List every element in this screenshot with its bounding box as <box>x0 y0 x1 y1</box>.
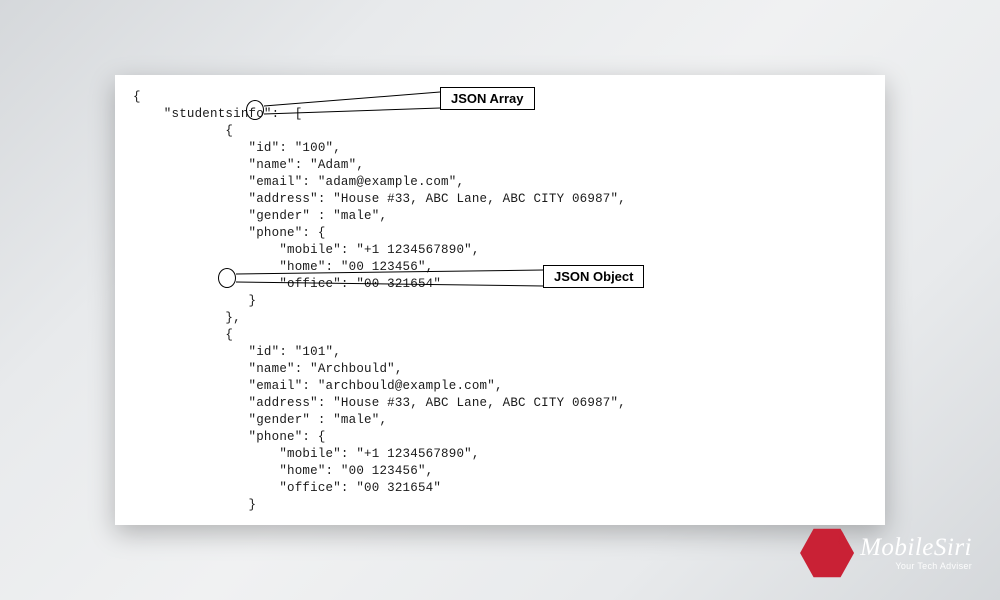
logo-hexagon-icon <box>800 526 854 580</box>
json-code-block: { "studentsinfo": [ { "id": "100", "name… <box>133 89 867 514</box>
code-line: { <box>133 328 233 342</box>
code-line: "email": "archbould@example.com", <box>133 379 503 393</box>
callout-label: JSON Array <box>451 91 524 106</box>
code-line: "mobile": "+1 1234567890", <box>133 447 480 461</box>
callout-label: JSON Object <box>554 269 633 284</box>
code-line: { <box>133 124 233 138</box>
code-line: "id": "100", <box>133 141 341 155</box>
callout-json-object: JSON Object <box>543 265 644 288</box>
code-line: "studentsinfo": [ <box>133 107 302 121</box>
code-line: "home": "00 123456", <box>133 464 433 478</box>
code-line: "phone": { <box>133 430 326 444</box>
code-line: "id": "101", <box>133 345 341 359</box>
ellipse-marker-object <box>218 268 236 288</box>
code-line: "name": "Archbould", <box>133 362 403 376</box>
code-line: "home": "00 123456", <box>133 260 433 274</box>
code-line: }, <box>133 311 241 325</box>
code-line: } <box>133 294 256 308</box>
code-line: "gender" : "male", <box>133 209 387 223</box>
logo-tagline: Your Tech Adviser <box>860 562 972 571</box>
code-line: "office": "00 321654" <box>133 481 441 495</box>
code-line: "name": "Adam", <box>133 158 364 172</box>
code-line: "office": "00 321654" <box>133 277 441 291</box>
logo-text: MobileSiri Your Tech Adviser <box>860 535 972 571</box>
code-line: "address": "House #33, ABC Lane, ABC CIT… <box>133 396 626 410</box>
code-card: { "studentsinfo": [ { "id": "100", "name… <box>115 75 885 525</box>
logo-title: MobileSiri <box>860 535 972 560</box>
code-line: "phone": { <box>133 226 326 240</box>
code-line: "gender" : "male", <box>133 413 387 427</box>
code-line: "email": "adam@example.com", <box>133 175 464 189</box>
code-line: { <box>133 90 141 104</box>
code-line: } <box>133 498 256 512</box>
callout-json-array: JSON Array <box>440 87 535 110</box>
brand-logo: MobileSiri Your Tech Adviser <box>800 526 972 580</box>
code-line: "mobile": "+1 1234567890", <box>133 243 480 257</box>
code-line: "address": "House #33, ABC Lane, ABC CIT… <box>133 192 626 206</box>
ellipse-marker-array <box>246 100 264 120</box>
